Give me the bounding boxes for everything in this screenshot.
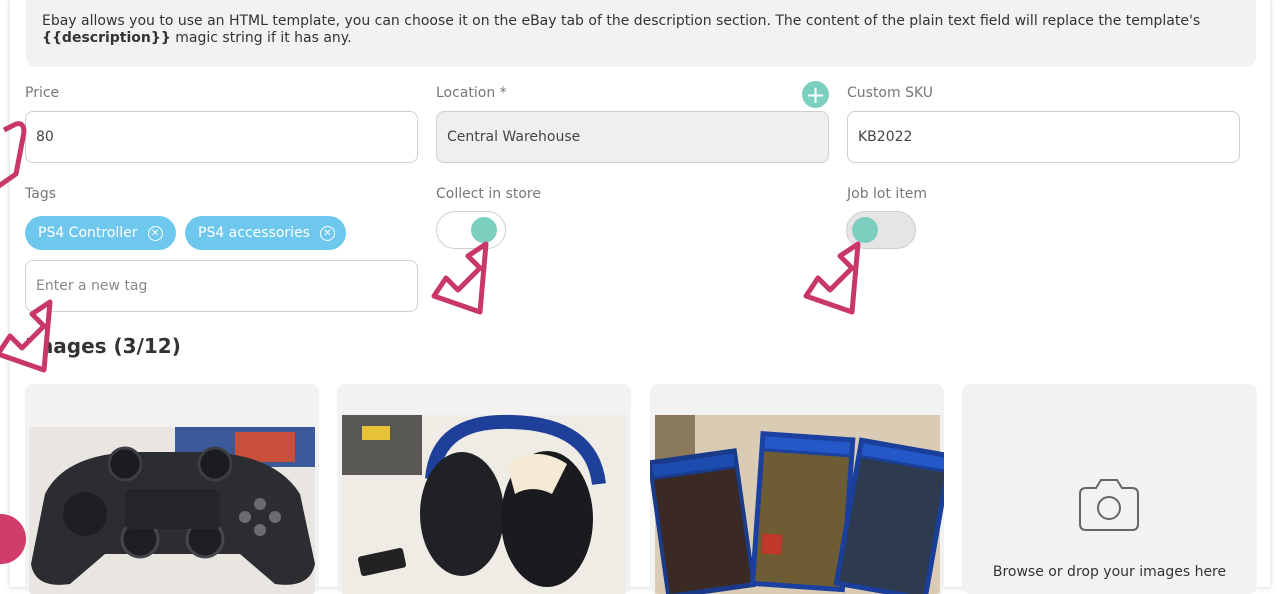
custom-sku-label: Custom SKU — [847, 85, 934, 101]
ebay-template-info: Ebay allows you to use an HTML template,… — [26, 0, 1256, 67]
custom-sku-input[interactable]: KB2022 — [847, 111, 1240, 163]
plus-icon: + — [805, 80, 826, 109]
job-lot-item-label: Job lot item — [847, 186, 928, 202]
collect-in-store-label: Collect in store — [436, 186, 541, 202]
tag-chip: PS4 accessories ✕ — [185, 216, 346, 250]
tag-chip: PS4 Controller ✕ — [25, 216, 176, 250]
info-text: Ebay allows you to use an HTML template,… — [42, 13, 1201, 29]
image-card-controller[interactable] — [25, 384, 319, 594]
new-tag-input[interactable]: Enter a new tag — [25, 260, 418, 312]
price-value: 80 — [36, 129, 54, 145]
info-magic-string: {{description}} — [42, 30, 171, 46]
image-dropzone[interactable]: Browse or drop your images here — [962, 384, 1257, 594]
location-select[interactable]: Central Warehouse — [436, 111, 829, 163]
dropzone-label: Browse or drop your images here — [992, 564, 1227, 580]
image-card-games[interactable] — [650, 384, 944, 594]
add-location-button[interactable]: + — [802, 81, 829, 108]
hand-cursor-icon — [0, 121, 27, 189]
headset-photo — [342, 414, 626, 594]
camera-icon — [1079, 479, 1139, 531]
remove-tag-icon[interactable]: ✕ — [147, 225, 163, 241]
price-input[interactable]: 80 — [25, 111, 418, 163]
info-text-after: magic string if it has any. — [170, 30, 352, 46]
games-photo — [650, 415, 944, 594]
tag-label: PS4 accessories — [198, 225, 310, 241]
location-value: Central Warehouse — [447, 129, 581, 145]
controller-photo — [29, 427, 315, 594]
new-tag-placeholder: Enter a new tag — [36, 278, 148, 294]
location-label: Location * — [436, 85, 507, 101]
custom-sku-value: KB2022 — [858, 129, 913, 145]
remove-tag-icon[interactable]: ✕ — [319, 225, 335, 241]
price-label: Price — [25, 85, 60, 101]
hand-cursor-icon — [431, 241, 489, 315]
tag-label: PS4 Controller — [38, 225, 138, 241]
hand-cursor-icon — [0, 299, 53, 373]
image-card-headset[interactable] — [337, 384, 631, 594]
hand-cursor-icon — [803, 241, 861, 315]
